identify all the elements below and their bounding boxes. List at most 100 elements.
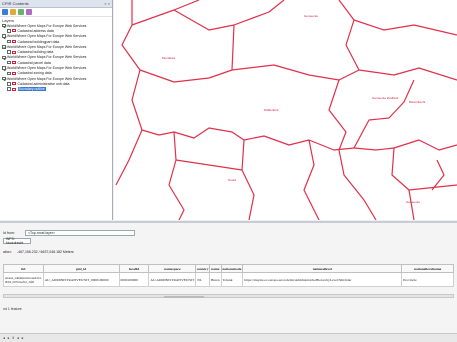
layer-label: Cadastral zoning data [17, 71, 52, 76]
table-footer: ◂ ▸ ‖ ◂ ▸ [0, 333, 457, 342]
layer-list: WorldWhere Open Maps For Europe Web Serv… [2, 23, 110, 92]
boundary-line [391, 147, 457, 191]
boundary-line [243, 135, 355, 151]
boundary-line [393, 139, 457, 151]
boundary-line [231, 24, 235, 71]
table-cell: Tolunk [220, 272, 244, 287]
boundary-line [141, 127, 245, 141]
column-header[interactable]: nationallevelname [401, 264, 454, 273]
table-cell: AU_ADMINISTRATIVEUNIT_0000100000 [42, 272, 120, 287]
boundary-line [168, 131, 185, 220]
panel-title-bar: CPIR Contents × × [0, 0, 112, 8]
layer-visibility-checkbox[interactable] [2, 45, 6, 49]
layer-visibility-checkbox[interactable] [7, 39, 11, 44]
boundary-line [231, 64, 340, 81]
layer-visibility-checkbox[interactable] [2, 66, 6, 70]
splitter[interactable] [0, 221, 457, 223]
layer-visibility-checkbox[interactable] [7, 82, 11, 86]
boundary-line [338, 0, 360, 81]
table-header-row: fid gml_id localId namespace country name nati… [3, 264, 454, 273]
identify-from-value: <Top-most layer> [28, 231, 56, 235]
list-by-visibility-icon[interactable] [18, 9, 24, 15]
layer-label: Boundary:outline [17, 87, 46, 92]
result-row: WFS: Noordrecht [0, 237, 457, 245]
layer-label: WorldWhere Open Maps For Europe Web Serv… [7, 76, 87, 81]
map-label: Montabes [162, 56, 176, 60]
location-label: ation: [3, 250, 12, 254]
boundary-line [353, 79, 415, 149]
column-header[interactable]: gml_id [42, 264, 120, 273]
layer-label: Cadastral parcel data [17, 60, 51, 65]
boundary-line [241, 139, 255, 220]
layer-visibility-checkbox[interactable] [2, 76, 6, 81]
identify-from-select[interactable]: <Top-most layer> [25, 230, 135, 236]
close-icon[interactable]: × × [104, 1, 110, 6]
boundary-line [353, 147, 395, 151]
layer-label: Cadastral address data [17, 28, 54, 33]
layer-label: WorldWhere Open Maps For Europe Web Serv… [7, 55, 87, 60]
map-label: Gemeente [304, 14, 319, 18]
nav-last-icon[interactable]: ▸ [22, 336, 24, 340]
boundary-line [408, 189, 415, 220]
nav-next-icon[interactable]: ▸ [8, 336, 10, 340]
column-header[interactable]: name [209, 264, 222, 273]
scrollbar-thumb[interactable] [164, 295, 204, 298]
layer-symbol-icon [12, 87, 16, 91]
layer-visibility-checkbox[interactable] [7, 29, 11, 33]
layer-label: Cadastral building data [17, 50, 54, 55]
nav-first-icon[interactable]: ◂ [3, 336, 5, 340]
layer-symbol-icon [12, 71, 16, 75]
layer-visibility-checkbox[interactable] [2, 55, 6, 60]
list-by-selection-icon[interactable] [26, 9, 32, 15]
boundary-line [328, 79, 347, 151]
table-cell: NL [195, 272, 211, 287]
layer-label: WorldWhere Open Maps For Europe Web Serv… [7, 34, 87, 39]
layer-label: WorldWhere Open Maps For Europe Web Serv… [7, 66, 87, 71]
table-cell: Provincie [401, 272, 454, 287]
boundary-line [358, 67, 457, 81]
layer-item-sub[interactable]: Boundary:outline [2, 87, 110, 92]
layer-label: WorldWhere Open Maps For Europe Web Serv… [7, 44, 87, 49]
status-text: nd 1 feature [3, 307, 22, 311]
map-label: Ridderkerk [264, 108, 279, 112]
layer-visibility-checkbox[interactable] [7, 50, 11, 54]
column-header[interactable]: country [195, 264, 211, 273]
identify-from-row: Id from: <Top-most layer> [0, 230, 457, 236]
map-label: Gemeente Zuidland [372, 96, 399, 100]
layer-visibility-checkbox[interactable] [2, 23, 6, 28]
layer-label: WorldWhere Open Maps For Europe Web Serv… [7, 23, 87, 28]
layer-visibility-checkbox[interactable] [7, 60, 11, 65]
layers-panel: CPIR Contents × × Layers WorldWhere Open… [0, 0, 113, 220]
result-tree-item[interactable]: WFS: Noordrecht [3, 237, 31, 245]
boundary-map [115, 0, 457, 220]
boundary-line [338, 149, 377, 220]
table-row[interactable]: ational_administrativeunit.fid-0b94_0071… [3, 272, 454, 287]
column-header[interactable]: fid [3, 264, 44, 273]
separator-icon: ‖ [12, 336, 14, 340]
nav-prev-icon[interactable]: ◂ [17, 336, 19, 340]
horizontal-scrollbar[interactable] [3, 294, 454, 298]
identify-from-label: Id from: [3, 231, 15, 235]
map-canvas[interactable]: Montabes Gemeente Ridderkerk Gemeente Zu… [114, 0, 457, 220]
map-label: Barendrecht [409, 100, 426, 104]
location-row: ation: -467,156.232 / 6637,046.182 Meter… [0, 250, 457, 254]
layer-visibility-checkbox[interactable] [2, 34, 6, 38]
map-label: Noord [228, 178, 237, 182]
table-cell: 0000100000 [118, 272, 150, 287]
layer-visibility-checkbox[interactable] [7, 71, 11, 76]
column-header[interactable]: nationalcode [220, 264, 244, 273]
layer-symbol-icon [12, 82, 16, 86]
table-body: ational_administrativeunit.fid-0b94_0071… [3, 272, 454, 287]
boundary-line [353, 19, 457, 36]
list-by-drawing-order-icon[interactable] [2, 9, 8, 15]
column-header[interactable]: namespace [148, 264, 197, 273]
layer-tree: Layers WorldWhere Open Maps For Europe W… [0, 17, 112, 93]
column-header[interactable]: localId [118, 264, 150, 273]
table-cell: Buren [209, 272, 222, 287]
result-value: WFS: Noordrecht [6, 237, 24, 245]
list-by-source-icon[interactable] [10, 9, 16, 15]
column-header[interactable]: nationallevel [242, 264, 403, 273]
table-cell: https://inspire.ec.europa.eu/codelist/Ad… [242, 272, 403, 287]
layer-visibility-checkbox[interactable] [7, 87, 11, 91]
layer-symbol-icon [12, 29, 16, 33]
